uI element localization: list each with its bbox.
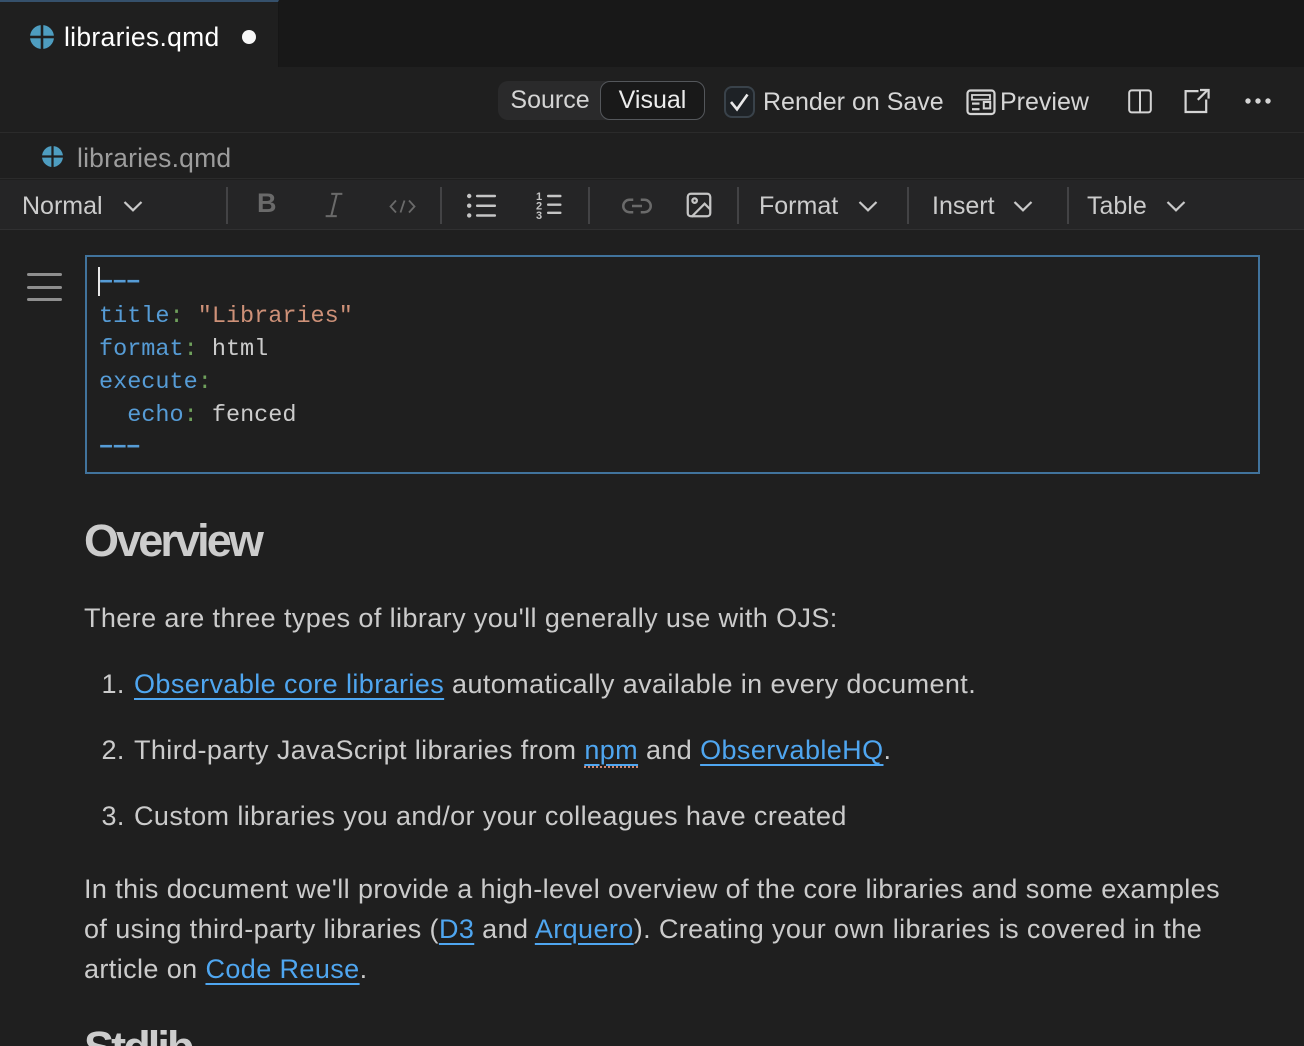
svg-text:3: 3 bbox=[536, 210, 542, 221]
